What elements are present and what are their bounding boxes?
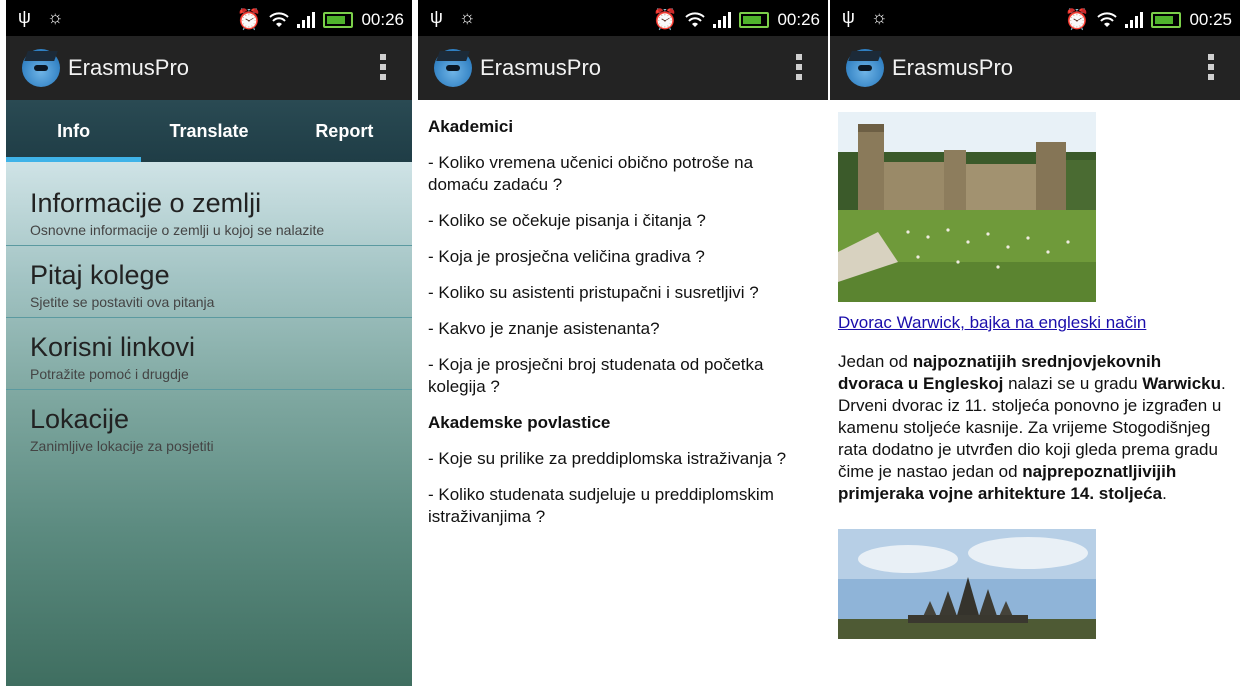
menu-item-subtitle: Osnovne informacije o zemlji u kojoj se …: [30, 222, 325, 238]
notification-icons: ψ ☼: [430, 7, 475, 28]
alarm-icon: ⏰: [1064, 9, 1090, 31]
debug-icon: ☼: [46, 7, 64, 27]
section-heading: Akademici: [428, 117, 514, 136]
tab-label: Report: [315, 120, 374, 141]
menu-panel: Informacije o zemlji Osnovne informacije…: [6, 162, 412, 686]
notification-icons: ψ ☼: [842, 7, 887, 28]
questions-content: Akademici - Koliko vremena učenici običn…: [418, 100, 828, 528]
section-heading: Akademske povlastice: [428, 413, 611, 432]
overflow-menu-icon[interactable]: [796, 54, 802, 80]
usb-icon: ψ: [430, 7, 443, 27]
action-bar: ErasmusPro: [418, 36, 828, 100]
tab-label: Translate: [169, 120, 249, 141]
question-item: - Koliko vremena učenici obično potroše …: [428, 153, 754, 194]
tab-bar: Info Translate Report: [6, 100, 412, 162]
tab-info[interactable]: Info: [6, 100, 142, 162]
debug-icon: ☼: [870, 7, 888, 27]
article-text-part: Jedan od: [838, 352, 913, 371]
tab-translate[interactable]: Translate: [141, 100, 276, 162]
usb-icon: ψ: [18, 7, 31, 27]
clock: 00:26: [777, 9, 820, 29]
menu-item-title: Informacije o zemlji: [30, 188, 262, 218]
menu-item-lokacije[interactable]: Lokacije Zanimljive lokacije za posjetit…: [6, 404, 412, 461]
signal-icon: [297, 11, 316, 28]
temple-image[interactable]: [838, 529, 1096, 639]
tab-label: Info: [57, 120, 91, 141]
alarm-icon: ⏰: [236, 9, 262, 31]
menu-item-subtitle: Sjetite se postaviti ova pitanja: [30, 294, 215, 310]
warwick-castle-image[interactable]: [838, 112, 1096, 302]
debug-icon: ☼: [458, 7, 476, 27]
question-item: - Koja je prosječna veličina gradiva ?: [428, 247, 705, 266]
question-item: - Koliko su asistenti pristupačni i susr…: [428, 283, 759, 302]
screen-questions: ψ ☼ ⏰ 00:26 ErasmusPro Akademici - Kolik…: [418, 0, 828, 686]
menu-item-title: Pitaj kolege: [30, 260, 170, 290]
article-text: Jedan od najpoznatijih srednjovjekovnih …: [838, 351, 1230, 505]
menu-item-subtitle: Zanimljive lokacije za posjetiti: [30, 438, 214, 454]
app-logo-icon[interactable]: [434, 49, 472, 87]
question-item: - Kakvo je znanje asistenanta?: [428, 319, 660, 338]
status-bar: ψ ☼ ⏰ 00:26: [6, 0, 412, 36]
signal-icon: [713, 11, 732, 28]
action-bar: ErasmusPro: [6, 36, 412, 100]
battery-icon: [323, 11, 354, 28]
screen-locations: ψ ☼ ⏰ 00:25 ErasmusPro Dvorac Warwick, b…: [830, 0, 1240, 686]
app-title: ErasmusPro: [68, 55, 190, 80]
clock: 00:26: [361, 9, 404, 29]
tab-report[interactable]: Report: [277, 100, 412, 162]
clock: 00:25: [1189, 9, 1232, 29]
signal-icon: [1125, 11, 1144, 28]
app-logo-icon[interactable]: [846, 49, 884, 87]
overflow-menu-icon[interactable]: [380, 54, 386, 80]
article-bold-text: Warwicku: [1142, 374, 1221, 393]
article-text-part: .: [1162, 484, 1167, 503]
menu-item-title: Korisni linkovi: [30, 332, 196, 362]
battery-icon: [1151, 11, 1182, 28]
notification-icons: ψ ☼: [18, 7, 63, 28]
menu-item-korisni-linkovi[interactable]: Korisni linkovi Potražite pomoć i drugdj…: [6, 332, 412, 390]
app-title: ErasmusPro: [480, 55, 602, 80]
article-link[interactable]: Dvorac Warwick, bajka na engleski način: [838, 313, 1240, 333]
app-logo-icon[interactable]: [22, 49, 60, 87]
app-title: ErasmusPro: [892, 55, 1014, 80]
wifi-icon: [1097, 11, 1118, 27]
status-bar: ψ ☼ ⏰ 00:25: [830, 0, 1240, 36]
question-item: - Koja je prosječni broj studenata od po…: [428, 355, 764, 396]
wifi-icon: [685, 11, 706, 27]
menu-item-informacije[interactable]: Informacije o zemlji Osnovne informacije…: [6, 188, 412, 246]
usb-icon: ψ: [842, 7, 855, 27]
wifi-icon: [269, 11, 290, 27]
screen-info: ψ ☼ ⏰ 00:26 ErasmusPro Info Translate Re…: [6, 0, 412, 686]
menu-item-subtitle: Potražite pomoć i drugdje: [30, 366, 189, 382]
menu-item-title: Lokacije: [30, 404, 130, 434]
question-item: - Koliko se očekuje pisanja i čitanja ?: [428, 211, 706, 230]
menu-item-pitaj-kolege[interactable]: Pitaj kolege Sjetite se postaviti ova pi…: [6, 260, 412, 318]
status-bar: ψ ☼ ⏰ 00:26: [418, 0, 828, 36]
battery-icon: [739, 11, 770, 28]
question-item: - Koliko studenata sudjeluje u preddiplo…: [428, 485, 774, 526]
article-text-part: nalazi se u gradu: [1003, 374, 1143, 393]
action-bar: ErasmusPro: [830, 36, 1240, 100]
question-item: - Koje su prilike za preddiplomska istra…: [428, 449, 787, 468]
alarm-icon: ⏰: [652, 9, 678, 31]
overflow-menu-icon[interactable]: [1208, 54, 1214, 80]
